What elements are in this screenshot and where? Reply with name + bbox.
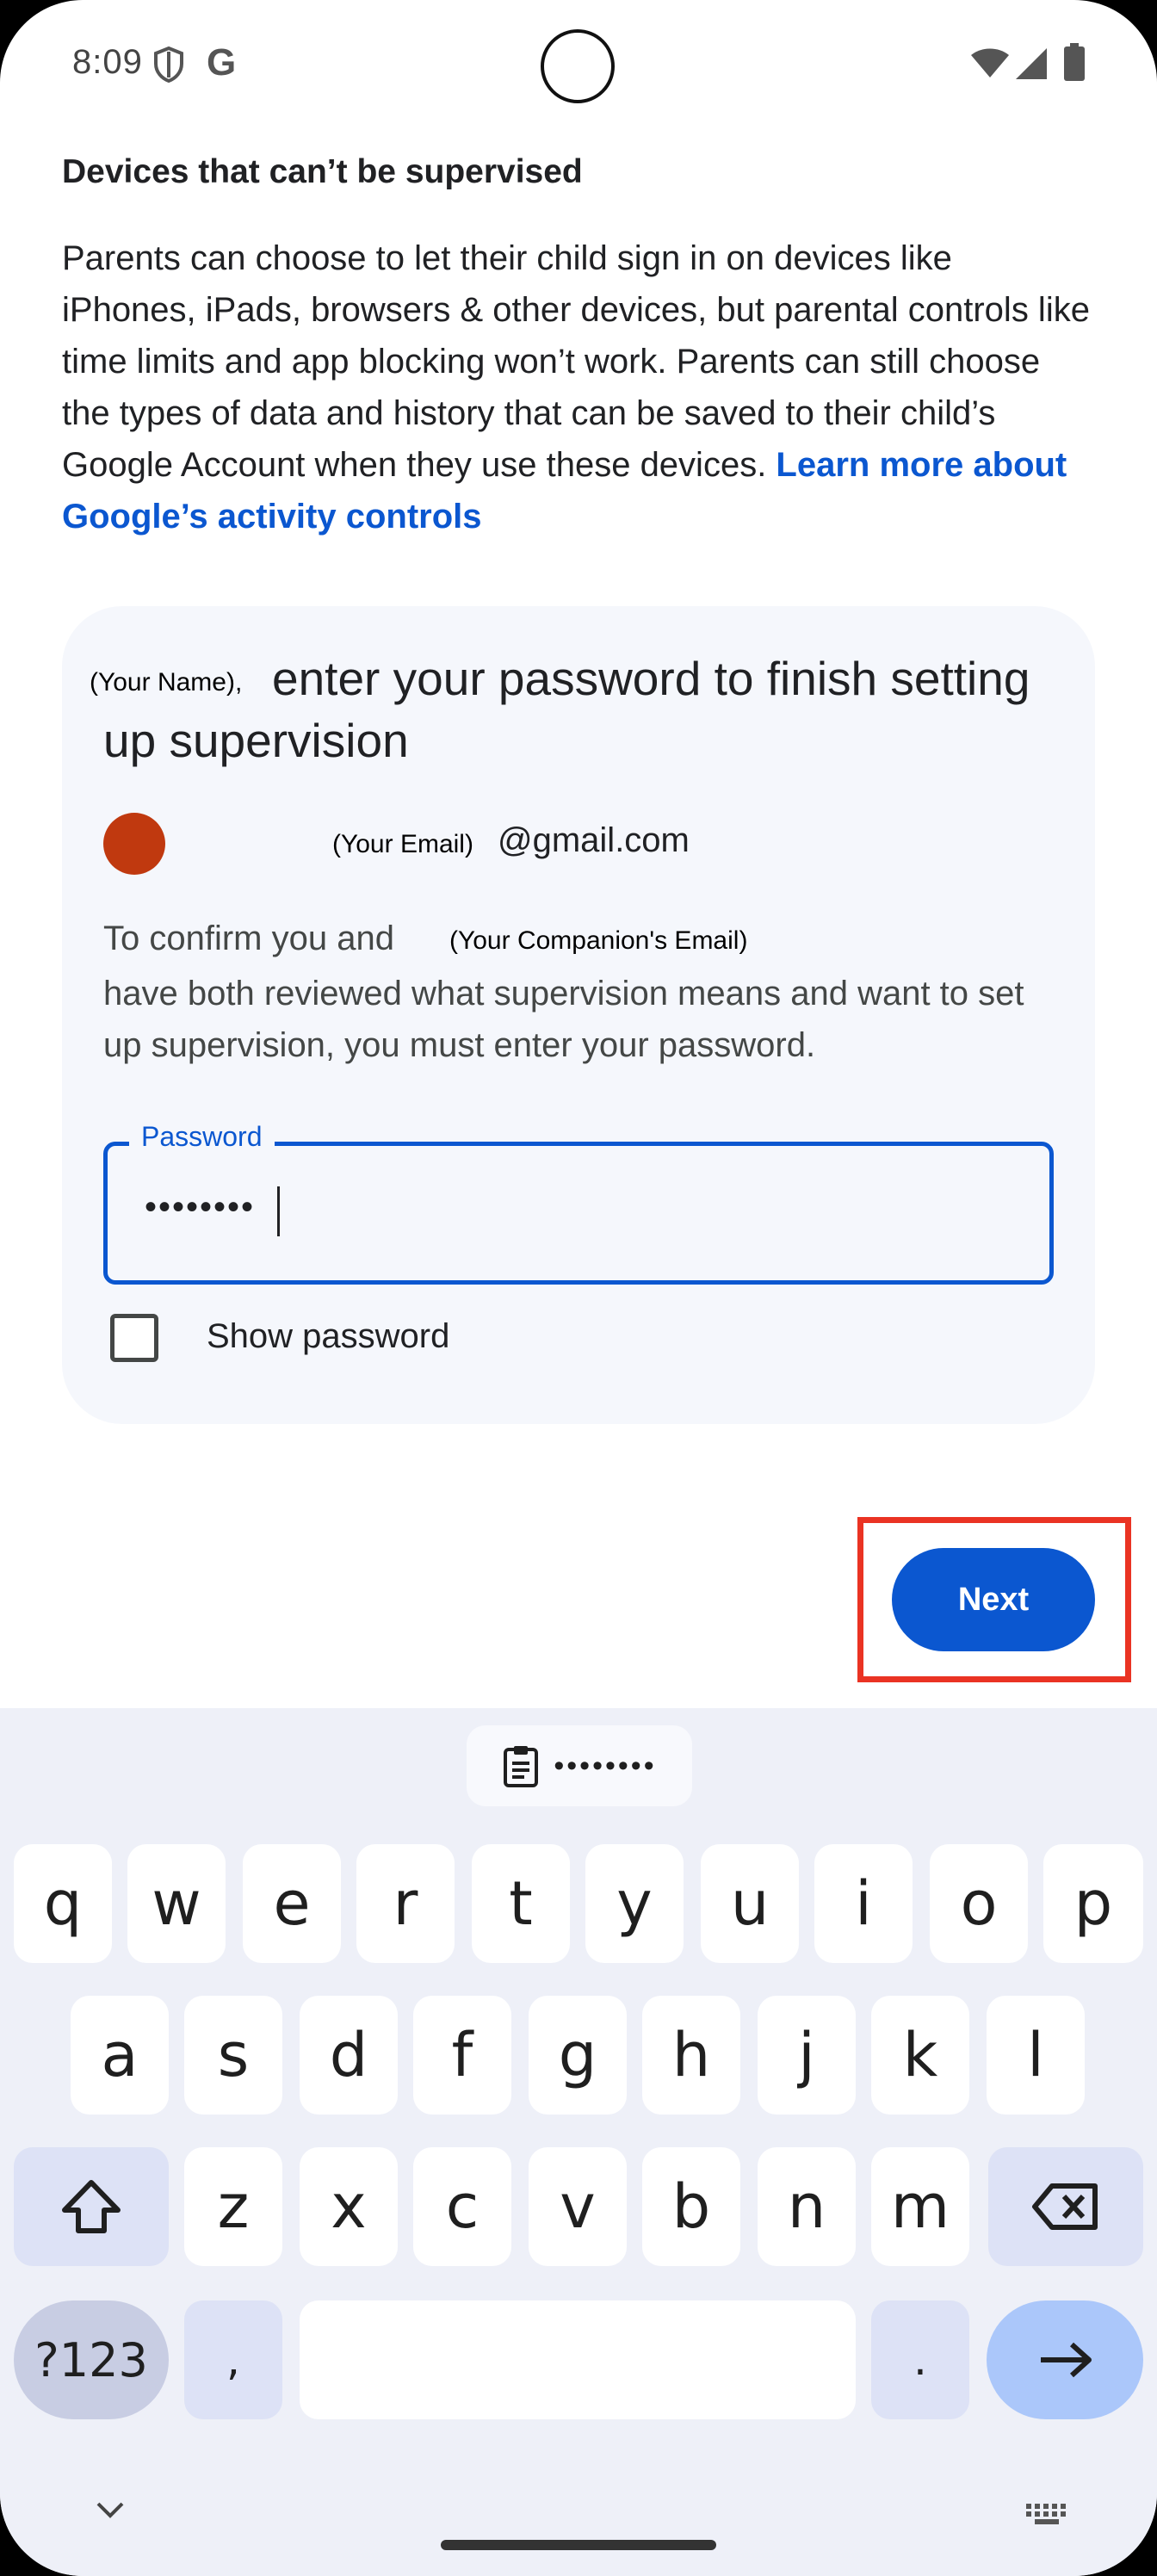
keyboard [0, 1708, 1157, 2576]
wifi-icon [971, 48, 1009, 77]
comma-key[interactable]: , [184, 2300, 282, 2419]
key-f[interactable]: f [413, 1996, 511, 2115]
key-u[interactable]: u [701, 1844, 799, 1963]
show-password-checkbox[interactable] [110, 1314, 158, 1362]
confirm-text-prefix: To confirm you and [103, 920, 394, 957]
key-m[interactable]: m [871, 2147, 969, 2266]
clipboard-text: •••••••• [554, 1749, 657, 1782]
key-i[interactable]: i [814, 1844, 913, 1963]
key-j[interactable]: j [758, 1996, 856, 2115]
key-g[interactable]: g [529, 1996, 627, 2115]
avatar [103, 813, 165, 875]
card-title: enter your password to finish setting up… [103, 652, 1030, 767]
section-title: Devices that can’t be supervised [62, 153, 583, 190]
key-t[interactable]: t [472, 1844, 570, 1963]
confirm-text: have both reviewed what supervision mean… [103, 975, 1024, 1064]
key-w[interactable]: w [127, 1844, 226, 1963]
shift-key[interactable] [14, 2147, 169, 2266]
key-h[interactable]: h [642, 1996, 740, 2115]
devices-description: Parents can choose to let their child si… [62, 232, 1095, 542]
enter-key[interactable] [987, 2300, 1143, 2419]
text-caret [277, 1186, 280, 1236]
key-a[interactable]: a [71, 1996, 169, 2115]
arrow-right-icon [1041, 2342, 1092, 2378]
google-g-icon: G [207, 41, 237, 84]
key-z[interactable]: z [184, 2147, 282, 2266]
key-e[interactable]: e [243, 1844, 341, 1963]
companion-email-tag: (Your Companion's Email) [449, 926, 748, 955]
key-q[interactable]: q [14, 1844, 112, 1963]
phone-screen: 8:09 G Devices that can’t be supervised … [0, 0, 1157, 2576]
signal-icon [1016, 48, 1047, 79]
clipboard-icon [504, 1746, 539, 1787]
key-o[interactable]: o [930, 1844, 1028, 1963]
home-indicator[interactable] [441, 2540, 716, 2550]
hide-keyboard-chevron-icon[interactable] [93, 2497, 127, 2523]
key-v[interactable]: v [529, 2147, 627, 2266]
show-password-label[interactable]: Show password [207, 1317, 449, 1356]
shift-icon [62, 2180, 121, 2233]
period-key[interactable]: . [871, 2300, 969, 2419]
battery-icon [1064, 43, 1085, 81]
key-y[interactable]: y [585, 1844, 684, 1963]
your-email-tag: (Your Email) [332, 830, 473, 858]
key-p[interactable]: p [1043, 1844, 1143, 1963]
keyboard-switch-icon[interactable] [1024, 2502, 1069, 2526]
highlight-annotation [857, 1517, 1131, 1682]
password-label: Password [129, 1121, 275, 1153]
backspace-icon [1032, 2183, 1098, 2230]
email-domain: @gmail.com [498, 821, 690, 859]
backspace-key[interactable] [988, 2147, 1143, 2266]
key-s[interactable]: s [184, 1996, 282, 2115]
key-r[interactable]: r [356, 1844, 455, 1963]
status-bar: 8:09 G [0, 0, 1157, 129]
key-l[interactable]: l [987, 1996, 1085, 2115]
key-b[interactable]: b [642, 2147, 740, 2266]
status-time: 8:09 [72, 43, 143, 81]
key-x[interactable]: x [300, 2147, 398, 2266]
shield-icon [154, 46, 183, 83]
key-n[interactable]: n [758, 2147, 856, 2266]
key-d[interactable]: d [300, 1996, 398, 2115]
key-c[interactable]: c [413, 2147, 511, 2266]
space-key[interactable] [300, 2300, 856, 2419]
key-k[interactable]: k [871, 1996, 969, 2115]
clipboard-suggestion[interactable]: •••••••• [467, 1725, 692, 1806]
your-name-tag: (Your Name), [90, 668, 243, 697]
password-value[interactable]: •••••••• [145, 1188, 255, 1227]
camera-cutout [541, 29, 615, 103]
symbols-key[interactable]: ?123 [14, 2300, 169, 2419]
